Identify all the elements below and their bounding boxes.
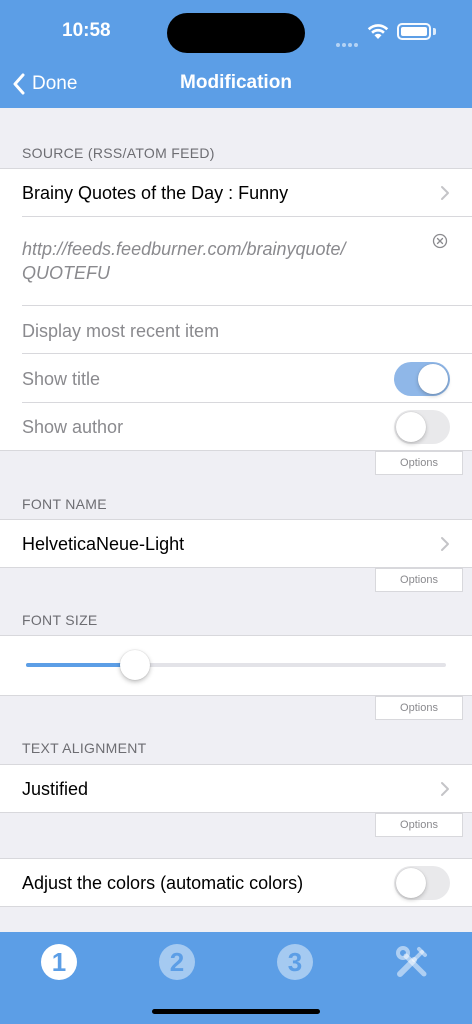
divider <box>0 764 472 765</box>
clear-icon[interactable] <box>431 232 449 250</box>
tab-tools[interactable] <box>392 942 432 982</box>
chevron-right-icon <box>441 782 449 796</box>
battery-icon <box>397 23 431 40</box>
toggle-knob <box>396 412 426 442</box>
source-section-header: SOURCE (RSS/ATOM FEED) <box>22 145 215 161</box>
status-time: 10:58 <box>62 20 111 41</box>
text-alignment-value: Justified <box>22 779 89 799</box>
tab-3[interactable]: 3 <box>275 942 315 982</box>
font-size-options-button[interactable]: Options <box>375 696 463 720</box>
adjust-colors-label: Adjust the colors (automatic colors) <box>22 873 304 893</box>
divider <box>0 168 472 169</box>
divider <box>0 635 472 636</box>
tab-2[interactable]: 2 <box>157 942 197 982</box>
tools-icon <box>396 946 427 977</box>
navigation-bar: 10:58 Done Modification <box>0 0 472 108</box>
source-options-button[interactable]: Options <box>375 451 463 475</box>
dynamic-island <box>167 13 305 53</box>
page-title: Modification <box>180 72 292 93</box>
text-alignment-section-header: TEXT ALIGNMENT <box>22 740 147 756</box>
feed-name-label[interactable]: Brainy Quotes of the Day : Funny <box>22 183 288 204</box>
divider <box>22 305 472 306</box>
divider <box>22 216 472 217</box>
show-title-toggle[interactable] <box>394 362 450 396</box>
show-author-label: Show author <box>22 417 124 437</box>
adjust-colors-toggle[interactable] <box>394 866 450 900</box>
font-size-slider-thumb[interactable] <box>120 650 151 680</box>
font-size-slider-track[interactable] <box>26 663 446 667</box>
divider <box>0 519 472 520</box>
show-author-toggle[interactable] <box>394 410 450 444</box>
home-indicator <box>152 1009 320 1014</box>
divider <box>0 858 472 859</box>
font-name-section-header: FONT NAME <box>22 496 107 512</box>
chevron-right-icon <box>441 537 449 551</box>
source-group <box>0 168 472 451</box>
toggle-knob <box>396 868 426 898</box>
cellular-signal-icon <box>336 34 360 52</box>
font-name-value: HelveticaNeue-Light <box>22 534 185 554</box>
divider <box>22 353 472 354</box>
battery-nub <box>433 28 436 35</box>
feed-url-line-2: QUOTEFU <box>22 263 110 283</box>
feed-url-field[interactable]: http://feeds.feedburner.com/brainyquote/… <box>22 237 412 285</box>
divider <box>0 906 472 907</box>
font-size-section-header: FONT SIZE <box>22 612 98 628</box>
divider <box>22 402 472 403</box>
tab-3-icon: 3 <box>277 944 313 980</box>
font-name-options-button[interactable]: Options <box>375 568 463 592</box>
wifi-icon <box>367 24 389 39</box>
toggle-knob <box>418 364 448 394</box>
tab-2-icon: 2 <box>159 944 195 980</box>
tab-1-icon: 1 <box>41 944 77 980</box>
show-title-label: Show title <box>22 369 101 389</box>
text-alignment-options-button[interactable]: Options <box>375 813 463 837</box>
font-size-slider-fill <box>26 663 136 667</box>
tab-1[interactable]: 1 <box>39 942 79 982</box>
feed-url-line-1: http://feeds.feedburner.com/brainyquote/ <box>22 239 346 259</box>
display-most-recent-label[interactable]: Display most recent item <box>22 321 219 342</box>
chevron-right-icon <box>441 186 449 200</box>
